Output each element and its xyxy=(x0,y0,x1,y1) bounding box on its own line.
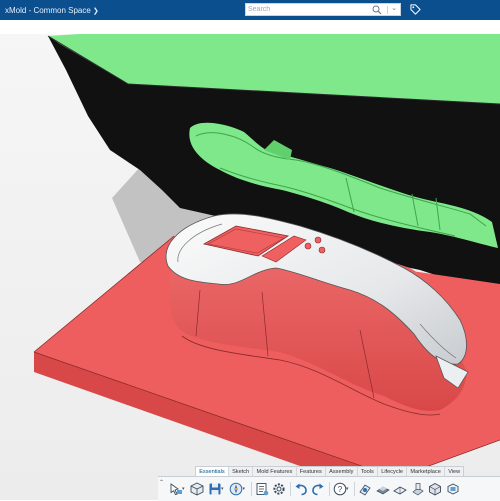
compass-dropdown-icon[interactable]: ▾ xyxy=(243,486,248,492)
properties-icon[interactable] xyxy=(254,482,269,497)
app-title-menu[interactable]: xMold - Common Space ❯ xyxy=(5,5,99,16)
save-icon[interactable] xyxy=(207,482,222,497)
toolbar-separator xyxy=(289,482,291,496)
3d-viewport[interactable] xyxy=(0,20,500,500)
undo-icon[interactable] xyxy=(293,482,308,497)
action-bar: Essentials Sketch Mold Features Features… xyxy=(158,466,500,501)
box-view-icon[interactable] xyxy=(428,482,443,497)
help-icon[interactable]: ? xyxy=(332,482,347,497)
settings-icon[interactable] xyxy=(272,482,287,497)
search-divider xyxy=(387,6,388,14)
search-options-chevron-icon[interactable]: ⌄ xyxy=(391,4,397,12)
measure-icon[interactable] xyxy=(358,482,373,497)
select-dropdown-icon[interactable]: ▾ xyxy=(182,486,187,492)
section-view-icon[interactable] xyxy=(410,482,425,497)
toolbar-separator xyxy=(250,482,252,496)
tag-icon[interactable] xyxy=(410,4,421,15)
save-dropdown-icon[interactable]: ▾ xyxy=(221,486,226,492)
shaded-view-icon[interactable] xyxy=(375,482,390,497)
search-box: ⌄ xyxy=(245,3,401,16)
fit-view-icon[interactable] xyxy=(445,482,460,497)
expand-chevron-icon[interactable]: ⌃ xyxy=(159,479,164,486)
part-button xyxy=(304,242,312,250)
toolbar-separator xyxy=(354,482,355,496)
help-dropdown-icon[interactable]: ▾ xyxy=(346,486,351,492)
compass-icon[interactable] xyxy=(229,482,244,497)
part-button xyxy=(314,236,322,244)
edge-view-icon[interactable] xyxy=(393,482,408,497)
mold-scene xyxy=(0,20,500,500)
viewport-top-strip xyxy=(0,20,500,34)
part-button xyxy=(318,246,326,254)
top-bar: xMold - Common Space ❯ ⌄ xyxy=(0,0,500,20)
app-title: xMold - Common Space xyxy=(5,5,91,15)
new-part-icon[interactable] xyxy=(190,482,205,497)
svg-text:?: ? xyxy=(337,485,342,494)
chevron-down-icon: ❯ xyxy=(92,8,99,15)
select-icon[interactable] xyxy=(168,482,183,497)
search-icon[interactable] xyxy=(372,5,382,15)
search-input[interactable] xyxy=(246,4,370,15)
action-bar-tools: ⌃ ▾ ▾ ▾ ? ▾ xyxy=(158,476,500,501)
redo-icon[interactable] xyxy=(311,482,326,497)
toolbar-separator xyxy=(328,482,330,496)
